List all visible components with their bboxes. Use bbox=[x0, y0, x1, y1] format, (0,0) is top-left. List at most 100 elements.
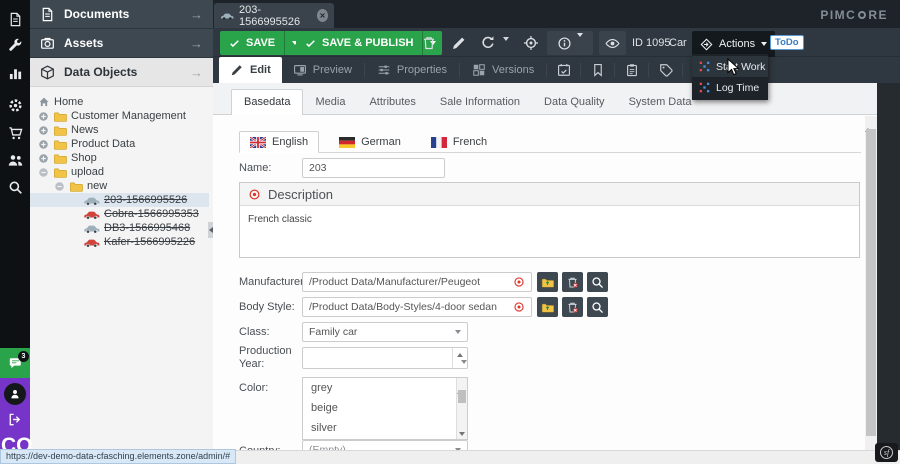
description-editor[interactable]: French classic bbox=[240, 206, 859, 233]
rail-customers-button[interactable] bbox=[0, 147, 30, 173]
tab-language-german[interactable]: German bbox=[329, 132, 411, 152]
tab-basedata[interactable]: Basedata bbox=[231, 89, 303, 115]
listbox-scrollbar[interactable] bbox=[456, 378, 467, 439]
tree-item-new[interactable]: new bbox=[30, 179, 209, 193]
expand-plus-icon[interactable] bbox=[38, 139, 49, 150]
bookmark-icon bbox=[591, 63, 605, 77]
bar-chart-icon bbox=[8, 66, 23, 81]
monitor-icon bbox=[293, 63, 307, 77]
tab-language-french[interactable]: French bbox=[421, 132, 497, 152]
color-listbox: grey beige silver bbox=[302, 377, 468, 440]
chevron-right-icon: → bbox=[190, 65, 203, 80]
class-select[interactable]: Family car bbox=[302, 322, 468, 342]
collapse-minus-icon[interactable] bbox=[54, 181, 65, 192]
color-option[interactable]: grey bbox=[303, 378, 467, 398]
open-object-tab[interactable]: 203-1566995526 bbox=[214, 3, 334, 28]
accordion-assets[interactable]: Assets → bbox=[30, 29, 213, 58]
save-publish-button[interactable]: SAVE & PUBLISH bbox=[296, 31, 422, 55]
info-group bbox=[547, 31, 593, 55]
rail-tools-button[interactable] bbox=[0, 32, 30, 58]
tree-item-label: News bbox=[71, 124, 99, 136]
tab-media[interactable]: Media bbox=[303, 90, 357, 114]
flag-uk-icon bbox=[250, 137, 266, 148]
rail-documents-button[interactable] bbox=[0, 6, 30, 32]
folder-icon bbox=[53, 139, 67, 150]
tab-system-data[interactable]: System Data bbox=[617, 90, 704, 114]
tab-sale-information[interactable]: Sale Information bbox=[428, 90, 532, 114]
tab-data-quality[interactable]: Data Quality bbox=[532, 90, 617, 114]
expand-plus-icon[interactable] bbox=[38, 153, 49, 164]
schedule-button[interactable] bbox=[548, 57, 579, 83]
reload-button[interactable] bbox=[480, 35, 496, 51]
delete-button[interactable] bbox=[421, 35, 437, 51]
color-option[interactable]: silver bbox=[303, 418, 467, 438]
logout-button[interactable] bbox=[7, 412, 22, 427]
tree-item-home[interactable]: Home bbox=[30, 95, 209, 109]
menu-item-log-time[interactable]: Log Time bbox=[692, 77, 768, 98]
rail-settings-button[interactable] bbox=[0, 92, 30, 118]
rail-reports-button[interactable] bbox=[0, 60, 30, 86]
expand-plus-icon[interactable] bbox=[38, 125, 49, 136]
accordion-data-objects-label: Data Objects bbox=[64, 65, 137, 79]
tree-item-car-kafer[interactable]: Kafer-1566995226 bbox=[30, 235, 209, 249]
tab-versions[interactable]: Versions bbox=[461, 57, 545, 83]
tree-item-upload[interactable]: upload bbox=[30, 165, 209, 179]
chat-button[interactable]: 3 bbox=[0, 348, 30, 378]
spinner-buttons[interactable] bbox=[452, 348, 467, 368]
body-style-open-button[interactable] bbox=[537, 297, 558, 317]
info-button[interactable] bbox=[557, 36, 572, 51]
tree-item-car-203[interactable]: 203-1566995526 bbox=[30, 193, 209, 207]
tree-item-product-data[interactable]: Product Data bbox=[30, 137, 209, 151]
tree-item-car-db3[interactable]: DB3-1566995468 bbox=[30, 221, 209, 235]
divider bbox=[364, 63, 365, 77]
symfony-debug-button[interactable]: sf bbox=[875, 443, 898, 462]
content-scrollbar[interactable] bbox=[865, 116, 877, 450]
scrollbar-thumb[interactable] bbox=[458, 390, 466, 403]
workflow-transition-icon bbox=[699, 82, 710, 93]
manufacturer-search-button[interactable] bbox=[587, 272, 608, 292]
country-select[interactable]: (Empty) bbox=[302, 440, 468, 450]
accordion-data-objects[interactable]: Data Objects → bbox=[30, 58, 213, 87]
tab-close-button[interactable] bbox=[317, 9, 328, 22]
expand-plus-icon[interactable] bbox=[38, 111, 49, 122]
reload-dropdown-button[interactable] bbox=[503, 41, 509, 53]
notes-events-button[interactable] bbox=[616, 57, 647, 83]
color-option[interactable]: beige bbox=[303, 398, 467, 418]
save-button[interactable]: SAVE bbox=[220, 31, 284, 55]
collapse-minus-icon[interactable] bbox=[38, 167, 49, 178]
manufacturer-input[interactable]: /Product Data/Manufacturer/Peugeot bbox=[302, 272, 532, 292]
body-style-search-button[interactable] bbox=[587, 297, 608, 317]
user-avatar[interactable] bbox=[4, 383, 26, 405]
locate-in-tree-button[interactable] bbox=[523, 35, 539, 51]
scrollbar-thumb[interactable] bbox=[866, 129, 876, 436]
manufacturer-open-button[interactable] bbox=[537, 272, 558, 292]
tab-attributes[interactable]: Attributes bbox=[357, 90, 427, 114]
rail-ecommerce-button[interactable] bbox=[0, 120, 30, 146]
tags-button[interactable] bbox=[650, 57, 681, 83]
panel-collapse-handle[interactable] bbox=[208, 222, 213, 238]
rail-search-button[interactable] bbox=[0, 174, 30, 200]
tree-item-car-cobra[interactable]: Cobra-1566995353 bbox=[30, 207, 209, 221]
body-style-input[interactable]: /Product Data/Body-Styles/4-door sedan bbox=[302, 297, 532, 317]
production-year-spinner[interactable] bbox=[302, 347, 468, 369]
tab-language-english[interactable]: English bbox=[239, 131, 319, 153]
body-style-remove-button[interactable] bbox=[562, 297, 583, 317]
link-preview-tooltip: https://dev-demo-data-cfasching.elements… bbox=[0, 449, 236, 464]
chat-badge: 3 bbox=[18, 351, 29, 362]
sliders-icon bbox=[377, 63, 391, 77]
tree-item-shop[interactable]: Shop bbox=[30, 151, 209, 165]
tree-item-news[interactable]: News bbox=[30, 123, 209, 137]
tab-properties[interactable]: Properties bbox=[366, 57, 458, 83]
shopping-cart-icon bbox=[8, 126, 23, 141]
document-icon bbox=[8, 12, 23, 27]
tab-edit[interactable]: Edit bbox=[219, 57, 282, 83]
tree-item-customer-management[interactable]: Customer Management bbox=[30, 109, 209, 123]
name-input[interactable]: 203 bbox=[302, 158, 445, 178]
rename-button[interactable] bbox=[451, 35, 467, 51]
bookmark-button[interactable] bbox=[582, 57, 613, 83]
info-dropdown-button[interactable] bbox=[577, 37, 583, 49]
tab-preview[interactable]: Preview bbox=[282, 57, 363, 83]
manufacturer-remove-button[interactable] bbox=[562, 272, 583, 292]
accordion-documents[interactable]: Documents → bbox=[30, 0, 213, 29]
preview-visibility-button[interactable] bbox=[599, 31, 626, 55]
